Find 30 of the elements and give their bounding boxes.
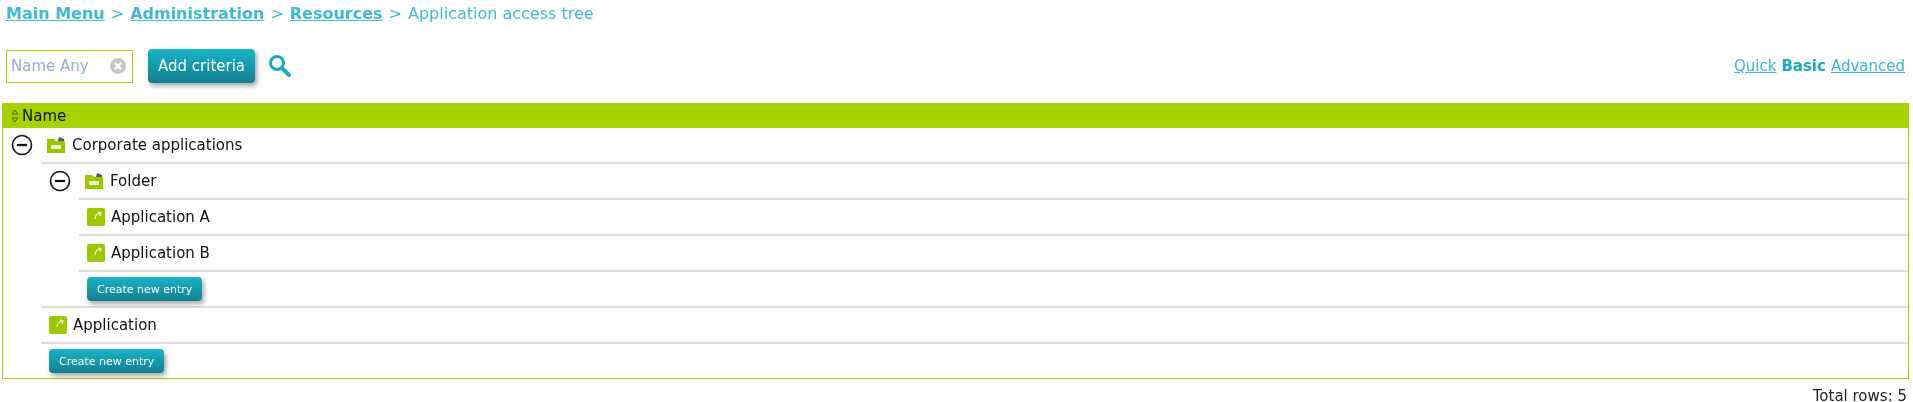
breadcrumb-separator: > xyxy=(270,3,284,23)
tree-item-label[interactable]: Folder xyxy=(110,172,157,190)
breadcrumb-link[interactable]: Administration xyxy=(130,3,265,23)
folder-icon xyxy=(84,172,104,190)
column-header[interactable]: Name xyxy=(22,107,67,125)
create-entry-button[interactable]: Create new entry xyxy=(87,277,203,301)
application-icon xyxy=(49,316,67,334)
tree-item-label[interactable]: Application B xyxy=(111,244,210,262)
tree-item-label[interactable]: Application xyxy=(73,316,157,334)
application-icon xyxy=(87,208,105,226)
breadcrumb-separator: > xyxy=(110,3,125,23)
folder-icon xyxy=(46,136,66,154)
create-entry-button[interactable]: Create new entry xyxy=(49,349,165,373)
breadcrumb-link[interactable]: Main Menu xyxy=(6,3,105,23)
add-criteria-button[interactable]: Add criteria xyxy=(148,49,256,83)
search-field[interactable]: Name Any xyxy=(6,49,133,83)
application-icon xyxy=(87,244,105,262)
breadcrumb-current: Application access tree xyxy=(408,3,594,23)
sort-icon[interactable] xyxy=(11,109,19,123)
search-icon[interactable] xyxy=(268,54,293,78)
search-mode-link[interactable]: Basic xyxy=(1781,57,1826,75)
collapse-icon[interactable] xyxy=(49,170,71,192)
breadcrumb-separator: > xyxy=(388,3,402,23)
search-mode-link[interactable]: Quick xyxy=(1733,57,1777,75)
collapse-icon[interactable] xyxy=(11,134,33,156)
search-mode-link[interactable]: Advanced xyxy=(1830,57,1905,75)
tree-item-label[interactable]: Application A xyxy=(111,208,210,226)
breadcrumb-link[interactable]: Resources xyxy=(289,3,383,23)
total-rows-text: Total rows: 5 xyxy=(1811,386,1908,402)
tree-item-label[interactable]: Corporate applications xyxy=(72,136,243,154)
